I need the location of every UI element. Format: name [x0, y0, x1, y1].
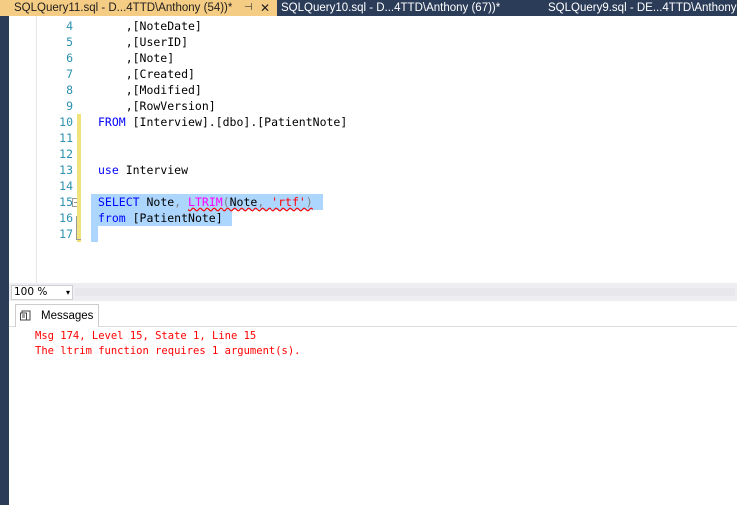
code-text: FROM [Interview].[dbo].[PatientNote]	[98, 114, 347, 130]
tab-sqlquery10[interactable]: SQLQuery10.sql - D...4TTD\Anthony (67))*	[281, 0, 500, 16]
document-tab-strip: SQLQuery11.sql - D...4TTD\Anthony (54))*…	[0, 0, 737, 16]
code-line: 9 ,[RowVersion]	[9, 98, 737, 114]
code-fragment: )	[305, 195, 313, 209]
line-number: 11	[59, 131, 73, 145]
line-number: 14	[59, 179, 73, 193]
change-marker	[77, 162, 81, 178]
tab-sqlquery9[interactable]: SQLQuery9.sql - DE...4TTD\Anthony	[548, 0, 737, 16]
code-fragment: Note	[139, 195, 175, 209]
tab-title: SQLQuery10.sql - D...4TTD\Anthony (67))*	[281, 2, 501, 14]
code-line: 10 FROM [Interview].[dbo].[PatientNote]	[9, 114, 737, 130]
code-text: ,[RowVersion]	[98, 99, 216, 113]
line-number: 12	[59, 147, 73, 161]
code-line: 6 ,[Note]	[9, 50, 737, 66]
keyword: from	[98, 211, 126, 225]
code-text: from [PatientNote]	[98, 210, 223, 226]
code-line: 14	[9, 178, 737, 194]
zoom-dropdown[interactable]: 100 % ▾	[11, 285, 73, 300]
error-squiggle: LTRIM(Note, 'rtf')	[188, 195, 313, 209]
code-text: ,[Modified]	[98, 83, 202, 97]
code-line: 5 ,[UserID]	[9, 34, 737, 50]
dropdown-arrow-icon: ▾	[65, 288, 70, 297]
results-tab-bar: Messages	[9, 301, 737, 327]
change-marker	[77, 130, 81, 146]
keyword: use	[98, 163, 119, 177]
keyword: SELECT	[98, 195, 140, 209]
code-fragment: (	[222, 195, 230, 209]
line-number: 17	[59, 227, 73, 241]
tab-sqlquery11[interactable]: SQLQuery11.sql - D...4TTD\Anthony (54))*…	[0, 0, 277, 16]
line-number: 5	[66, 35, 73, 49]
line-number: 10	[59, 115, 73, 129]
code-line: 17	[9, 226, 737, 242]
line-number: 15	[59, 195, 73, 209]
code-line: 4 ,[NoteDate]	[9, 18, 737, 34]
code-fragment: Note	[229, 195, 258, 209]
code-fragment: Interview	[118, 163, 189, 177]
line-number: 9	[66, 99, 73, 113]
keyword: FROM	[98, 115, 126, 129]
line-number: 4	[66, 19, 73, 33]
code-line: 11	[9, 130, 737, 146]
line-number: 7	[66, 67, 73, 81]
line-number: 6	[66, 51, 73, 65]
code-text: ,[UserID]	[98, 35, 189, 49]
line-number: 8	[66, 83, 73, 97]
zoom-value: 100 %	[14, 286, 48, 298]
code-line: 13 use Interview	[9, 162, 737, 178]
results-pane: Messages Msg 174, Level 15, State 1, Lin…	[9, 301, 737, 505]
code-line: 7 ,[Created]	[9, 66, 737, 82]
editor-status-strip: 100 % ▾	[9, 283, 737, 301]
code-fragment: ,	[174, 195, 182, 209]
query-editor[interactable]: 4 ,[NoteDate] 5 ,[UserID] 6 ,[Note] 7 ,[…	[9, 16, 737, 283]
code-text: ,[Note]	[98, 51, 175, 65]
code-line: 12	[9, 146, 737, 162]
change-marker	[77, 210, 81, 226]
line-number: 13	[59, 163, 73, 177]
change-marker	[77, 114, 81, 130]
fold-guide-end	[76, 239, 81, 240]
line-number: 16	[59, 211, 73, 225]
pin-icon[interactable]: ⊣	[244, 0, 253, 16]
error-message-line: Msg 174, Level 15, State 1, Line 15	[35, 330, 257, 342]
code-text: SELECT Note, LTRIM(Note, 'rtf')	[98, 194, 313, 210]
tab-label: Messages	[41, 310, 94, 322]
fold-guide	[76, 216, 77, 239]
code-fragment: ,	[257, 195, 272, 209]
code-fragment: [Interview].[dbo].[PatientNote]	[125, 115, 348, 129]
change-marker	[77, 194, 81, 210]
horizontal-scrollbar[interactable]	[75, 288, 735, 296]
code-text: ,[NoteDate]	[98, 19, 202, 33]
messages-icon	[20, 310, 31, 321]
change-marker	[77, 178, 81, 194]
code-fragment: [PatientNote]	[125, 211, 223, 225]
change-marker	[77, 146, 81, 162]
tab-title: SQLQuery11.sql - D...4TTD\Anthony (54))*	[14, 2, 233, 14]
code-line: 15 − SELECT Note, LTRIM(Note, 'rtf')	[9, 194, 737, 210]
tab-title: SQLQuery9.sql - DE...4TTD\Anthony	[548, 2, 737, 14]
string-literal: 'rtf'	[271, 195, 306, 209]
code-line: 8 ,[Modified]	[9, 82, 737, 98]
code-text: ,[Created]	[98, 67, 195, 81]
error-message-line: The ltrim function requires 1 argument(s…	[35, 345, 301, 357]
close-icon[interactable]: ✕	[260, 0, 270, 16]
window-left-border	[0, 16, 9, 505]
tab-messages[interactable]: Messages	[15, 304, 99, 327]
code-line: 16 from [PatientNote]	[9, 210, 737, 226]
code-text: use Interview	[98, 162, 188, 178]
function-name: LTRIM	[188, 195, 223, 209]
